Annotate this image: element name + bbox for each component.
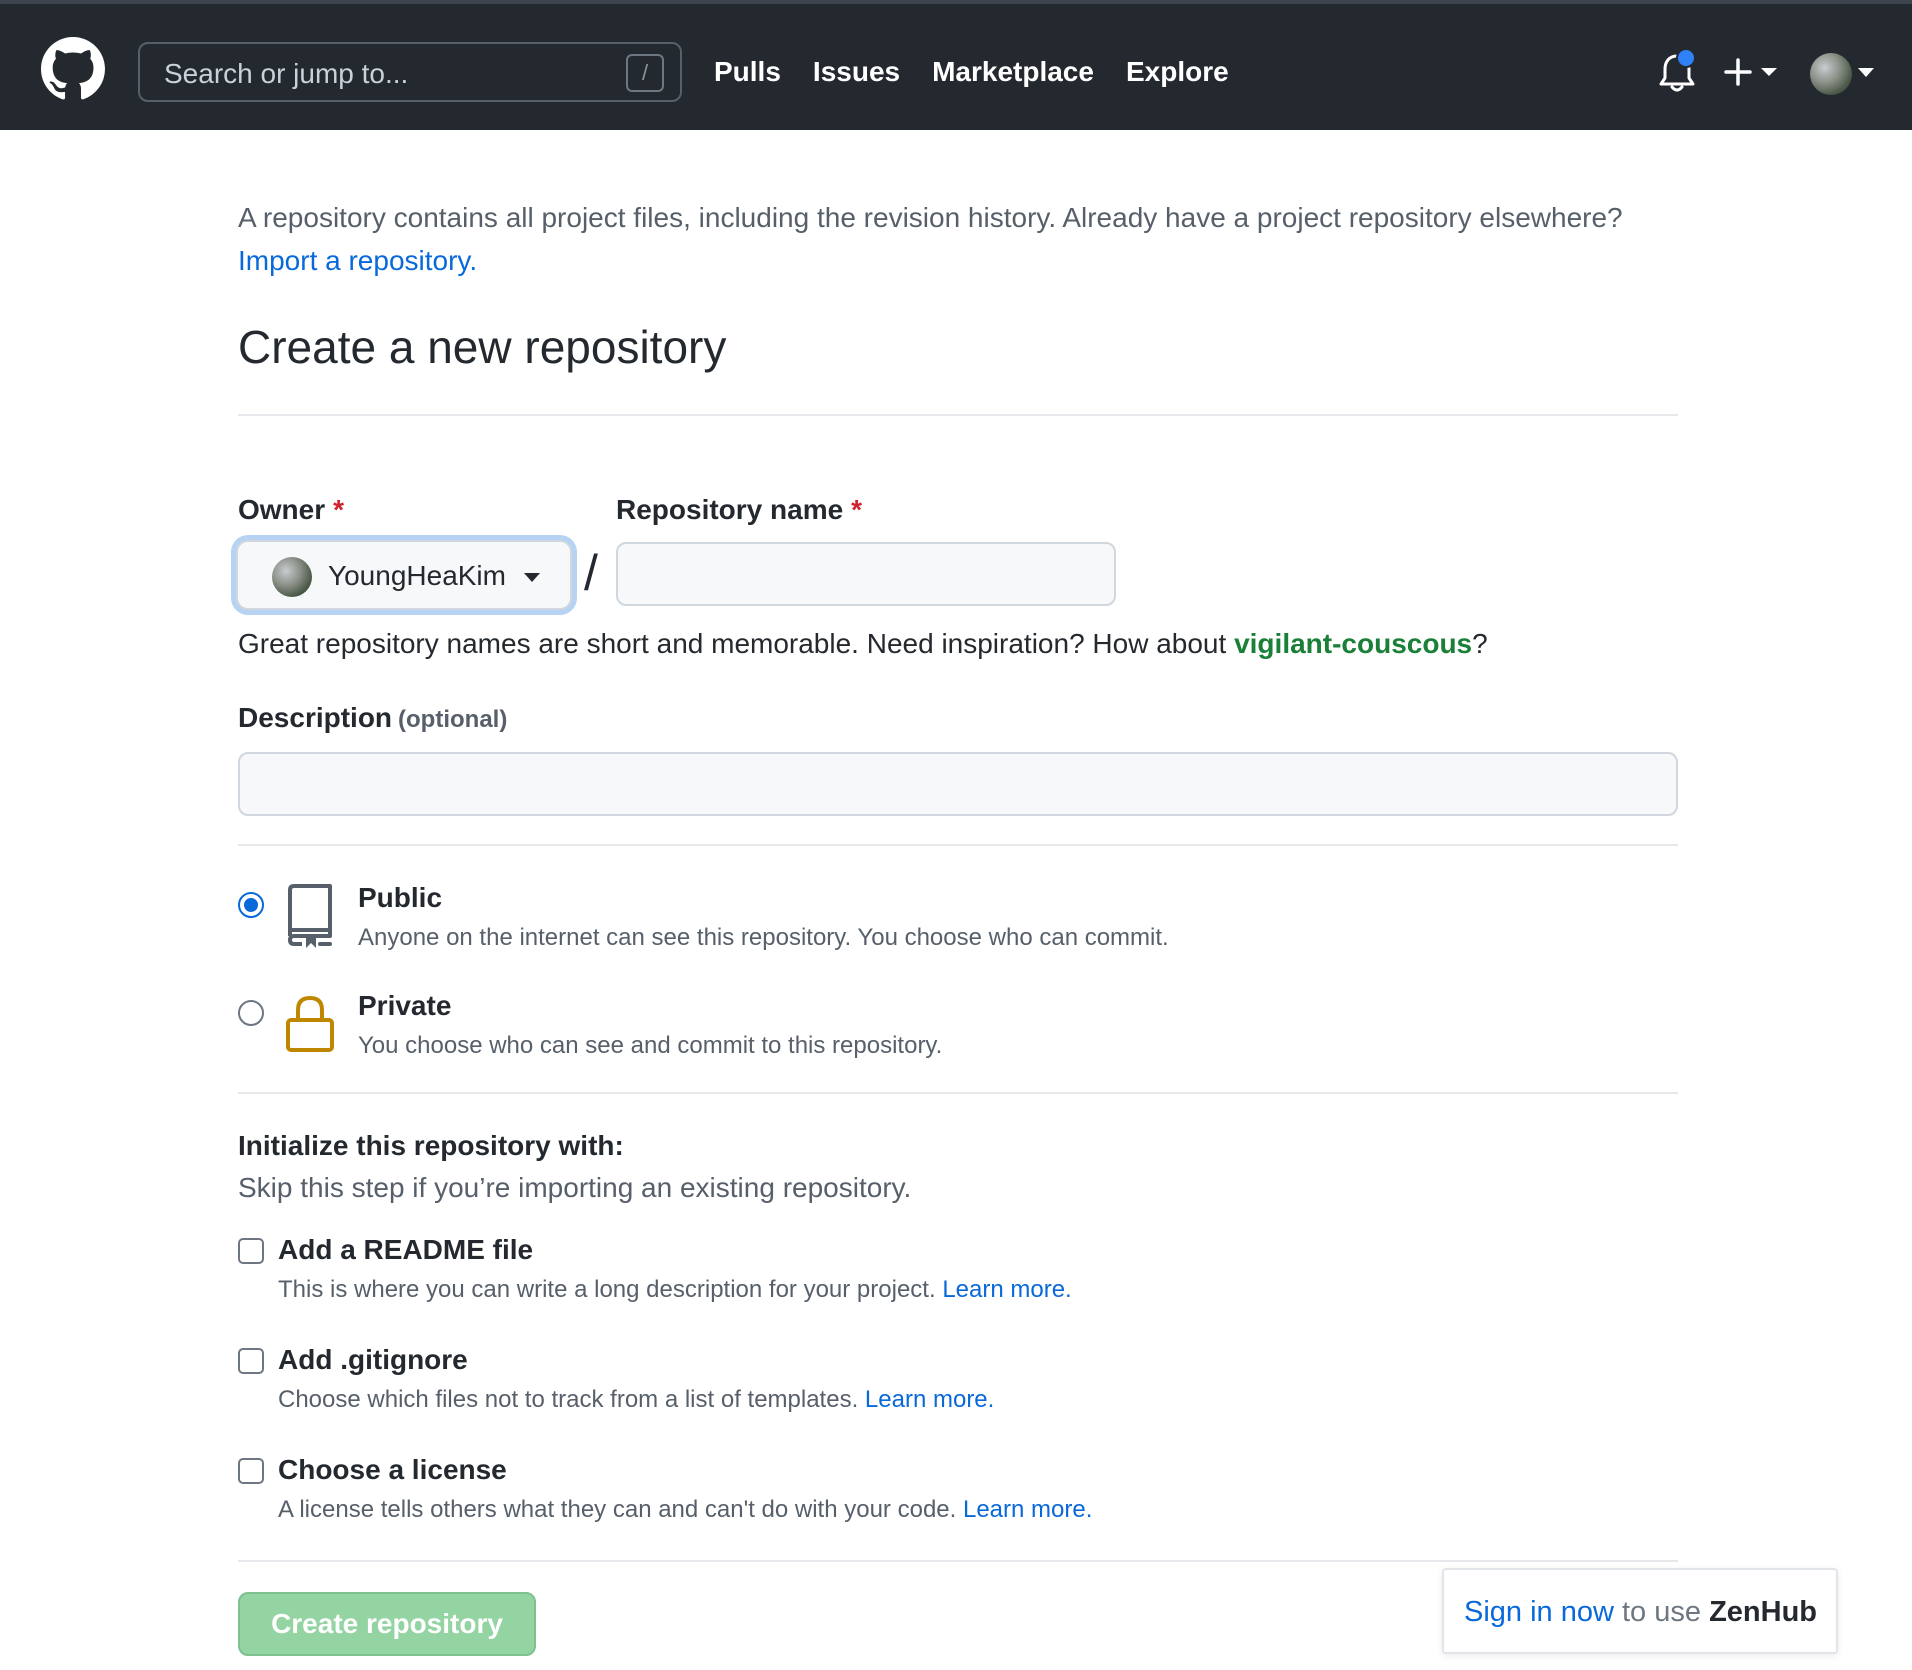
public-radio[interactable] [238,892,264,918]
gitignore-description: Choose which files not to track from a l… [278,1386,994,1414]
nav-issues[interactable]: Issues [813,56,900,88]
readme-description: This is where you can write a long descr… [278,1276,1072,1304]
gitignore-title: Add .gitignore [278,1344,468,1375]
owner-name: YoungHeaKim [328,560,506,591]
divider [238,414,1678,416]
notification-dot [1676,48,1696,68]
top-nav: Pulls Issues Marketplace Explore [714,56,1229,88]
readme-title: Add a README file [278,1234,534,1265]
required-mark: * [851,494,863,525]
readme-desc-text: This is where you can write a long descr… [278,1276,936,1303]
name-suggestion[interactable]: vigilant-couscous [1234,628,1472,659]
repo-name-hint: Great repository names are short and mem… [238,628,1488,660]
initialize-subtitle: Skip this step if you’re importing an ex… [238,1172,912,1203]
user-avatar[interactable] [1810,53,1852,95]
repository-name-input[interactable] [616,542,1116,606]
optional-tag: (optional) [398,706,508,733]
required-mark: * [333,494,345,525]
page-title: Create a new repository [238,321,727,373]
nav-marketplace[interactable]: Marketplace [932,56,1094,88]
divider [238,1560,1678,1562]
search-placeholder: Search or jump to... [164,58,409,89]
lock-icon [286,995,334,1052]
gitignore-checkbox[interactable] [238,1348,264,1374]
top-header: Search or jump to... / Pulls Issues Mark… [0,0,1912,130]
readme-checkbox[interactable] [238,1238,264,1264]
repo-name-label-text: Repository name [616,494,844,525]
intro-text: A repository contains all project files,… [238,196,1678,282]
public-title: Public [358,882,443,913]
repo-book-icon [288,884,332,948]
owner-label: Owner * [238,494,344,526]
readme-learn-more-link[interactable]: Learn more. [942,1276,1071,1303]
nav-explore[interactable]: Explore [1126,56,1229,88]
owner-dropdown[interactable]: YoungHeaKim [236,540,572,610]
gitignore-desc-text: Choose which files not to track from a l… [278,1386,859,1413]
gitignore-learn-more-link[interactable]: Learn more. [865,1386,994,1413]
public-description: Anyone on the internet can see this repo… [358,924,1169,951]
create-new-plus-icon[interactable] [1724,54,1788,90]
zenhub-text: Sign in now to use ZenHub [1464,1596,1817,1629]
private-title: Private [358,990,452,1021]
zenhub-sign-in-link[interactable]: Sign in now [1464,1596,1614,1628]
license-checkbox[interactable] [238,1458,264,1484]
initialize-title: Initialize this repository with: [238,1130,624,1161]
divider [238,844,1678,846]
owner-label-text: Owner [238,494,326,525]
zenhub-sign-in-banner: Sign in now to use ZenHub [1442,1568,1838,1654]
license-title: Choose a license [278,1454,507,1485]
license-description: A license tells others what they can and… [278,1496,1092,1524]
description-label-text: Description [238,702,393,733]
search-input[interactable]: Search or jump to... / [138,42,682,102]
private-radio[interactable] [238,1000,264,1026]
chevron-down-icon[interactable] [1858,68,1874,78]
private-description: You choose who can see and commit to thi… [358,1032,943,1059]
owner-repo-separator: / [584,545,598,601]
description-input[interactable] [238,752,1678,816]
nav-pulls[interactable]: Pulls [714,56,781,88]
intro-body: A repository contains all project files,… [238,202,1623,233]
hint-prefix: Great repository names are short and mem… [238,628,1227,659]
description-label: Description (optional) [238,702,507,734]
divider [238,1092,1678,1094]
hint-suffix: ? [1472,628,1488,659]
search-shortcut-key: / [626,54,664,92]
repo-name-label: Repository name * [616,494,862,526]
create-repository-button[interactable]: Create repository [238,1592,536,1656]
license-desc-text: A license tells others what they can and… [278,1496,957,1523]
zenhub-middle-text: to use [1622,1596,1701,1628]
chevron-down-icon [524,573,540,582]
github-logo-icon[interactable] [41,37,105,101]
zenhub-brand: ZenHub [1709,1596,1817,1628]
license-learn-more-link[interactable]: Learn more. [963,1496,1092,1523]
import-repository-link[interactable]: Import a repository. [238,245,477,276]
owner-avatar [272,557,312,597]
